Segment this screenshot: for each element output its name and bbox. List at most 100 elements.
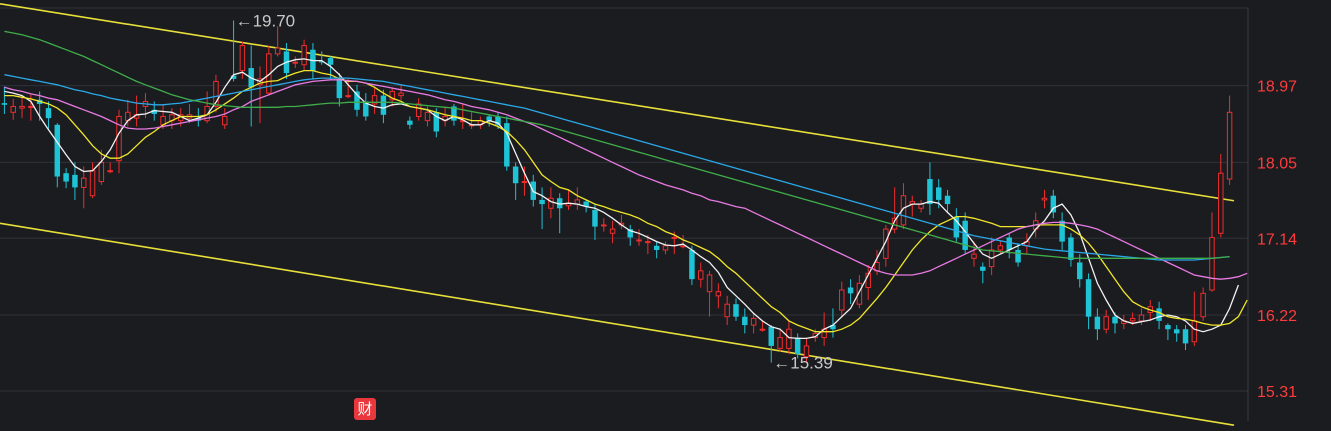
candle-body bbox=[72, 174, 78, 188]
candle bbox=[609, 220, 616, 244]
candle-body bbox=[1173, 329, 1180, 334]
candle-body bbox=[89, 170, 96, 197]
candle bbox=[222, 108, 228, 129]
y-tick-label: 17.14 bbox=[1257, 231, 1297, 248]
candle-body bbox=[706, 274, 713, 293]
candle bbox=[133, 95, 140, 127]
candle-body bbox=[336, 78, 343, 99]
candle bbox=[980, 262, 986, 284]
candle-body bbox=[750, 317, 757, 326]
candle-body bbox=[645, 241, 651, 244]
candle bbox=[354, 84, 360, 117]
candle bbox=[750, 312, 757, 334]
candle-body bbox=[662, 245, 669, 251]
candle-body bbox=[1085, 279, 1092, 317]
candle bbox=[1050, 189, 1057, 219]
candle bbox=[10, 98, 16, 120]
candle bbox=[680, 234, 686, 249]
candle bbox=[618, 214, 625, 230]
candle bbox=[363, 93, 369, 121]
candle-body bbox=[63, 173, 69, 182]
candle-body bbox=[548, 197, 554, 209]
candle bbox=[1209, 212, 1215, 292]
candle-body bbox=[222, 115, 228, 126]
candle-body bbox=[239, 45, 246, 72]
candle-body bbox=[512, 166, 519, 184]
candle bbox=[953, 208, 960, 242]
candle-body bbox=[45, 108, 52, 119]
candle bbox=[292, 56, 299, 69]
candle bbox=[742, 308, 748, 334]
candle bbox=[1103, 310, 1109, 334]
high-annotation: ←19.70 bbox=[236, 12, 296, 31]
candle bbox=[213, 74, 219, 113]
candle bbox=[724, 295, 730, 326]
candle-body bbox=[698, 270, 704, 280]
candle-body bbox=[1129, 317, 1136, 322]
candle bbox=[1068, 233, 1074, 267]
candle-body bbox=[1156, 308, 1162, 321]
candle bbox=[653, 241, 660, 259]
candle-body bbox=[301, 45, 307, 66]
candle-body bbox=[1077, 262, 1083, 280]
candle bbox=[548, 187, 554, 219]
candle-body bbox=[592, 209, 598, 227]
candle bbox=[19, 95, 25, 119]
candle bbox=[1165, 323, 1171, 341]
candle-body bbox=[380, 95, 387, 115]
candle-body bbox=[927, 179, 933, 205]
candle-body bbox=[839, 289, 845, 311]
candle-body bbox=[1112, 316, 1118, 324]
y-tick-label: 18.97 bbox=[1257, 79, 1297, 96]
candle-body bbox=[759, 328, 766, 331]
candle-body bbox=[1138, 314, 1145, 322]
candle bbox=[257, 66, 263, 124]
candle bbox=[839, 281, 845, 317]
candle bbox=[715, 283, 722, 309]
candle-body bbox=[980, 266, 986, 271]
candle bbox=[1191, 291, 1198, 346]
candle-body bbox=[671, 236, 678, 239]
candle-body bbox=[689, 249, 695, 280]
candle-body bbox=[724, 303, 730, 318]
candle-body bbox=[794, 337, 801, 355]
y-tick-label: 16.22 bbox=[1257, 308, 1297, 325]
candles bbox=[1, 20, 1233, 363]
candle-body bbox=[504, 123, 510, 167]
candle bbox=[301, 39, 307, 71]
grid-lines bbox=[0, 7, 1248, 392]
candle bbox=[318, 51, 325, 65]
candle bbox=[1041, 189, 1048, 209]
candle bbox=[371, 87, 378, 114]
candle-body bbox=[116, 115, 122, 162]
candle-body bbox=[1059, 220, 1065, 242]
candle bbox=[909, 195, 916, 217]
candle-body bbox=[1041, 197, 1048, 201]
candle bbox=[698, 262, 704, 288]
candle bbox=[451, 103, 457, 126]
ma20-line bbox=[4, 79, 1248, 280]
candle-body bbox=[28, 105, 34, 108]
candle bbox=[927, 162, 933, 215]
candle bbox=[169, 108, 175, 129]
candle-body bbox=[424, 111, 431, 122]
candle-body bbox=[1191, 320, 1198, 343]
candle-body bbox=[653, 245, 660, 250]
candle bbox=[556, 193, 563, 234]
candle bbox=[107, 162, 113, 174]
candle bbox=[1024, 233, 1030, 255]
candle-body bbox=[1094, 316, 1101, 330]
candle bbox=[636, 229, 642, 246]
candle bbox=[565, 189, 572, 210]
channel-line-lower bbox=[0, 222, 1235, 426]
candle-body bbox=[609, 228, 616, 234]
candle bbox=[1121, 315, 1127, 330]
finance-badge[interactable]: 财 bbox=[354, 398, 376, 420]
candle-body bbox=[1, 103, 8, 105]
candle bbox=[89, 162, 96, 199]
candle-body bbox=[1226, 111, 1233, 180]
candle bbox=[81, 166, 87, 209]
candle bbox=[415, 98, 422, 121]
candle-body bbox=[847, 287, 854, 294]
candlestick-chart: 18.97 18.05 17.14 16.22 15.31 ←19.70 ←15.39 bbox=[0, 3, 1297, 426]
